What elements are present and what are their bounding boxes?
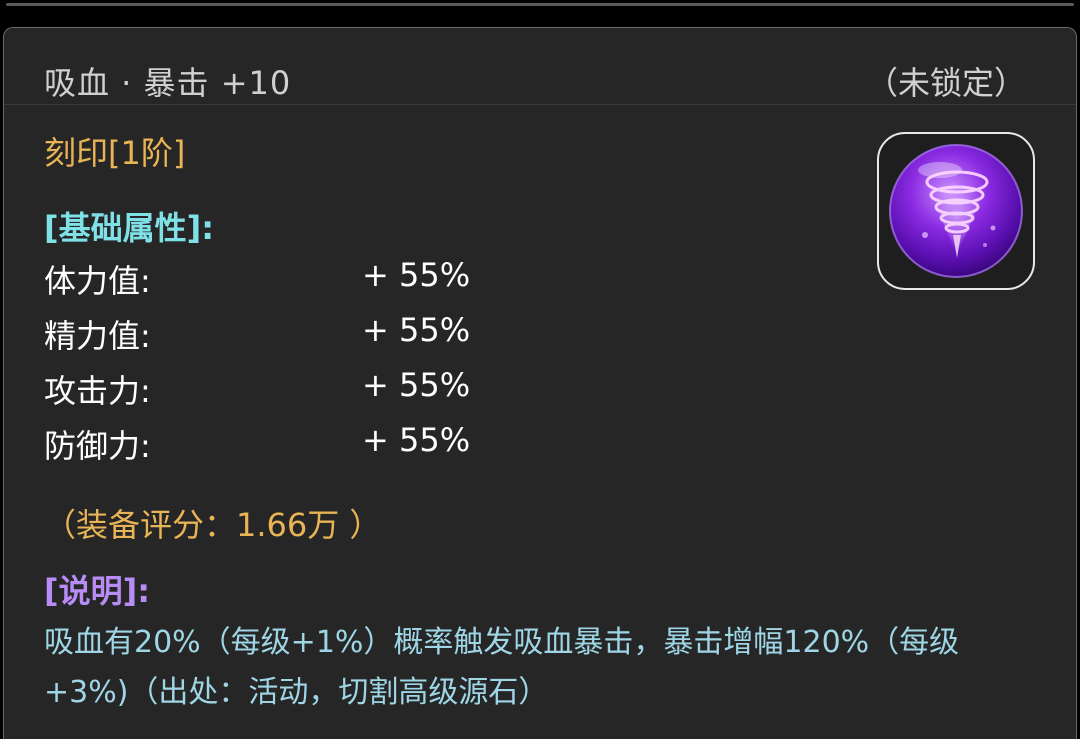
item-tooltip-panel: 吸血 · 暴击 +10 （未锁定） 刻印[1阶] [基础属性]: 体力值: + …: [3, 27, 1077, 739]
purple-tornado-orb-icon: [889, 144, 1023, 278]
stat-value: + 55%: [362, 366, 471, 404]
item-icon-frame[interactable]: [877, 132, 1035, 290]
stat-value: + 55%: [362, 311, 471, 349]
top-divider: [6, 3, 1074, 6]
stat-name: 防御力:: [44, 427, 151, 465]
equipment-score: （装备评分：1.66万 ）: [44, 506, 382, 544]
description-text: 吸血有20%（每级+1%）概率触发吸血暴击，暴击增幅120%（每级+3%)（出处…: [44, 625, 960, 710]
stat-name: 精力值:: [44, 317, 151, 355]
stat-name: 体力值:: [44, 262, 151, 300]
lock-status[interactable]: （未锁定）: [866, 58, 1026, 104]
description-header: [说明]:: [44, 572, 151, 610]
tooltip-header: 吸血 · 暴击 +10 （未锁定）: [4, 28, 1076, 105]
item-title: 吸血 · 暴击 +10: [44, 64, 292, 102]
top-bar: [0, 0, 1080, 26]
item-rank: 刻印[1阶]: [44, 134, 186, 172]
stat-name: 攻击力:: [44, 372, 151, 410]
stat-value: + 55%: [362, 421, 471, 459]
stat-value: + 55%: [362, 256, 471, 294]
basic-attributes-header: [基础属性]:: [44, 209, 215, 247]
